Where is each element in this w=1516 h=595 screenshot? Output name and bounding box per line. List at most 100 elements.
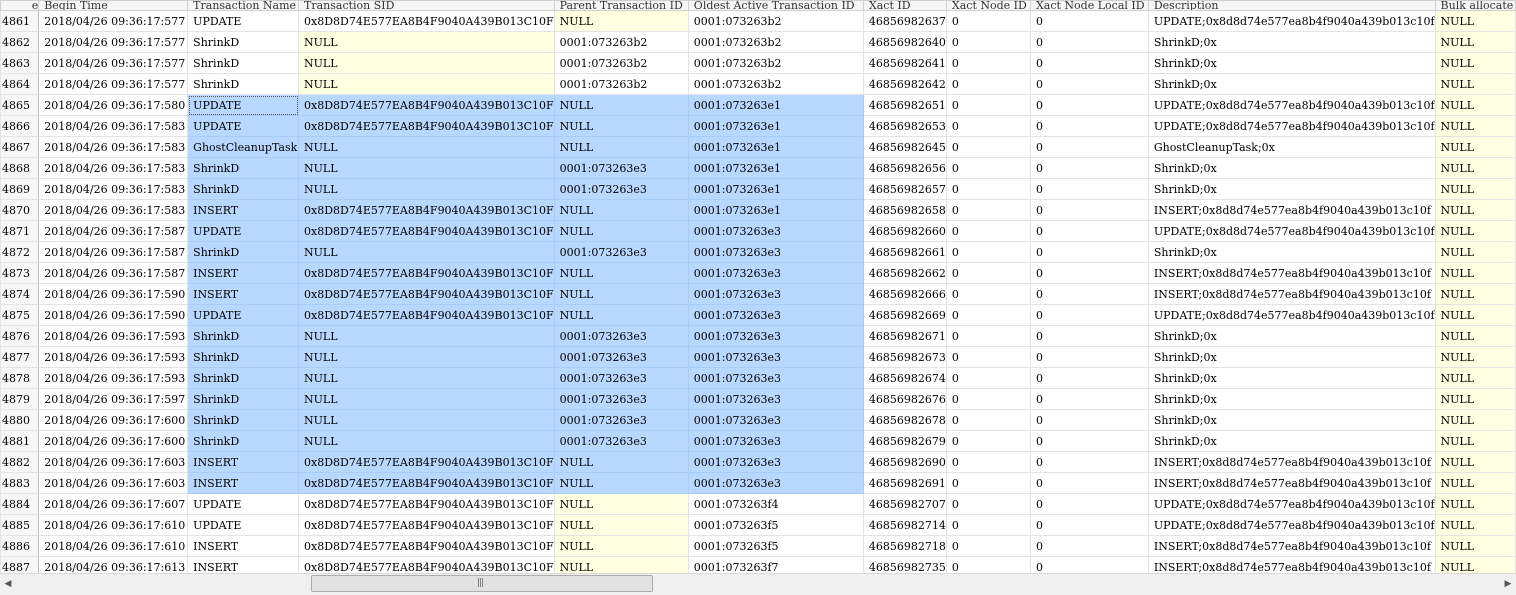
cell-oldest[interactable]: 0001:073263e3 — [687, 241, 864, 263]
cell-oldest[interactable]: 0001:073263e1 — [687, 115, 864, 137]
cell-sid[interactable]: NULL — [298, 157, 555, 179]
cell-parent[interactable]: NULL — [553, 283, 689, 305]
cell-local[interactable]: 0 — [1029, 157, 1149, 179]
cell-parent[interactable]: 0001:073263e3 — [553, 325, 689, 347]
table-row[interactable]: 4875 2018/04/26 09:36:17:590 UPDATE 0x8D8D7… — [0, 304, 1516, 326]
cell-name[interactable]: INSERT — [187, 283, 300, 305]
cell-time[interactable]: 2018/04/26 09:36:17:583 — [38, 136, 189, 158]
cell-xact[interactable]: 46856982637 — [862, 10, 947, 32]
cell-parent[interactable]: NULL — [553, 115, 689, 137]
cell-xact[interactable]: 46856982653 — [862, 115, 947, 137]
cell-sid[interactable]: 0x8D8D74E577EA8B4F9040A439B013C10F — [298, 535, 555, 557]
cell-sid[interactable]: 0x8D8D74E577EA8B4F9040A439B013C10F — [298, 10, 555, 32]
table-row[interactable]: 4871 2018/04/26 09:36:17:587 UPDATE 0x8D8D7… — [0, 220, 1516, 242]
cell-oldest[interactable]: 0001:073263e3 — [687, 220, 864, 242]
table-row[interactable]: 4878 2018/04/26 09:36:17:593 ShrinkD NULL 00… — [0, 367, 1516, 389]
cell-xact[interactable]: 46856982666 — [862, 283, 947, 305]
cell-parent[interactable]: 0001:073263e3 — [553, 178, 689, 200]
cell-desc[interactable]: ShrinkD;0x — [1147, 409, 1436, 431]
cell-sid[interactable]: 0x8D8D74E577EA8B4F9040A439B013C10F — [298, 262, 555, 284]
cell-time[interactable]: 2018/04/26 09:36:17:590 — [38, 283, 189, 305]
cell-xact[interactable]: 46856982669 — [862, 304, 947, 326]
cell-sid[interactable]: 0x8D8D74E577EA8B4F9040A439B013C10F — [298, 556, 555, 573]
cell-node[interactable]: 0 — [945, 262, 1031, 284]
cell-parent[interactable]: NULL — [553, 451, 689, 473]
cell-node[interactable]: 0 — [945, 10, 1031, 32]
row-number[interactable]: 4869 — [0, 178, 40, 200]
cell-node[interactable]: 0 — [945, 493, 1031, 515]
table-row[interactable]: 4885 2018/04/26 09:36:17:610 UPDATE 0x8D8D7… — [0, 514, 1516, 536]
row-number[interactable]: 4866 — [0, 115, 40, 137]
cell-name[interactable]: INSERT — [187, 556, 300, 573]
cell-name[interactable]: ShrinkD — [187, 409, 300, 431]
row-number[interactable]: 4885 — [0, 514, 40, 536]
row-number[interactable]: 4876 — [0, 325, 40, 347]
cell-sid[interactable]: 0x8D8D74E577EA8B4F9040A439B013C10F — [298, 94, 555, 116]
cell-local[interactable]: 0 — [1029, 31, 1149, 53]
cell-local[interactable]: 0 — [1029, 241, 1149, 263]
cell-sid[interactable]: NULL — [298, 178, 555, 200]
cell-parent[interactable]: NULL — [553, 10, 689, 32]
cell-oldest[interactable]: 0001:073263e1 — [687, 178, 864, 200]
cell-desc[interactable]: UPDATE;0x8d8d74e577ea8b4f9040a439b013c10… — [1147, 304, 1436, 326]
cell-time[interactable]: 2018/04/26 09:36:17:577 — [38, 31, 189, 53]
cell-parent[interactable]: NULL — [553, 220, 689, 242]
cell-time[interactable]: 2018/04/26 09:36:17:610 — [38, 535, 189, 557]
cell-oldest[interactable]: 0001:073263e3 — [687, 262, 864, 284]
column-header[interactable]: Transaction Name — [187, 0, 300, 11]
cell-bulk[interactable]: NULL — [1434, 535, 1516, 557]
cell-parent[interactable]: 0001:073263e3 — [553, 367, 689, 389]
cell-desc[interactable]: ShrinkD;0x — [1147, 430, 1436, 452]
cell-bulk[interactable]: NULL — [1434, 220, 1516, 242]
column-header[interactable]: Parent Transaction ID — [553, 0, 689, 11]
cell-bulk[interactable]: NULL — [1434, 262, 1516, 284]
cell-name[interactable]: ShrinkD — [187, 73, 300, 95]
row-number[interactable]: 4874 — [0, 283, 40, 305]
cell-sid[interactable]: 0x8D8D74E577EA8B4F9040A439B013C10F — [298, 493, 555, 515]
cell-local[interactable]: 0 — [1029, 94, 1149, 116]
cell-oldest[interactable]: 0001:073263b2 — [687, 10, 864, 32]
cell-node[interactable]: 0 — [945, 31, 1031, 53]
column-header[interactable]: e — [0, 0, 40, 11]
row-number[interactable]: 4877 — [0, 346, 40, 368]
cell-desc[interactable]: INSERT;0x8d8d74e577ea8b4f9040a439b013c10… — [1147, 199, 1436, 221]
cell-time[interactable]: 2018/04/26 09:36:17:603 — [38, 472, 189, 494]
cell-node[interactable]: 0 — [945, 556, 1031, 573]
row-number[interactable]: 4862 — [0, 31, 40, 53]
cell-oldest[interactable]: 0001:073263e3 — [687, 304, 864, 326]
cell-xact[interactable]: 46856982674 — [862, 367, 947, 389]
cell-xact[interactable]: 46856982718 — [862, 535, 947, 557]
cell-node[interactable]: 0 — [945, 115, 1031, 137]
cell-xact[interactable]: 46856982691 — [862, 472, 947, 494]
cell-name[interactable]: ShrinkD — [187, 430, 300, 452]
cell-bulk[interactable]: NULL — [1434, 10, 1516, 32]
column-header[interactable]: Oldest Active Transaction ID — [687, 0, 864, 11]
cell-time[interactable]: 2018/04/26 09:36:17:600 — [38, 430, 189, 452]
cell-name[interactable]: ShrinkD — [187, 31, 300, 53]
cell-time[interactable]: 2018/04/26 09:36:17:603 — [38, 451, 189, 473]
cell-sid[interactable]: 0x8D8D74E577EA8B4F9040A439B013C10F — [298, 220, 555, 242]
cell-sid[interactable]: NULL — [298, 136, 555, 158]
table-row[interactable]: 4867 2018/04/26 09:36:17:583 GhostCleanupT… — [0, 136, 1516, 158]
cell-desc[interactable]: UPDATE;0x8d8d74e577ea8b4f9040a439b013c10… — [1147, 94, 1436, 116]
table-row[interactable]: 4873 2018/04/26 09:36:17:587 INSERT 0x8D8D7… — [0, 262, 1516, 284]
cell-name[interactable]: UPDATE — [187, 493, 300, 515]
table-row[interactable]: 4864 2018/04/26 09:36:17:577 ShrinkD NULL 00… — [0, 73, 1516, 95]
scroll-right-icon[interactable]: ▶ — [1501, 577, 1515, 591]
cell-desc[interactable]: GhostCleanupTask;0x — [1147, 136, 1436, 158]
cell-name[interactable]: ShrinkD — [187, 157, 300, 179]
table-row[interactable]: 4872 2018/04/26 09:36:17:587 ShrinkD NULL 00… — [0, 241, 1516, 263]
cell-bulk[interactable]: NULL — [1434, 430, 1516, 452]
cell-oldest[interactable]: 0001:073263e3 — [687, 367, 864, 389]
cell-time[interactable]: 2018/04/26 09:36:17:583 — [38, 199, 189, 221]
row-number[interactable]: 4882 — [0, 451, 40, 473]
cell-oldest[interactable]: 0001:073263f7 — [687, 556, 864, 573]
cell-node[interactable]: 0 — [945, 178, 1031, 200]
cell-sid[interactable]: NULL — [298, 31, 555, 53]
cell-local[interactable]: 0 — [1029, 220, 1149, 242]
cell-node[interactable]: 0 — [945, 199, 1031, 221]
cell-local[interactable]: 0 — [1029, 262, 1149, 284]
cell-time[interactable]: 2018/04/26 09:36:17:587 — [38, 220, 189, 242]
cell-name[interactable]: UPDATE — [187, 220, 300, 242]
cell-bulk[interactable]: NULL — [1434, 367, 1516, 389]
